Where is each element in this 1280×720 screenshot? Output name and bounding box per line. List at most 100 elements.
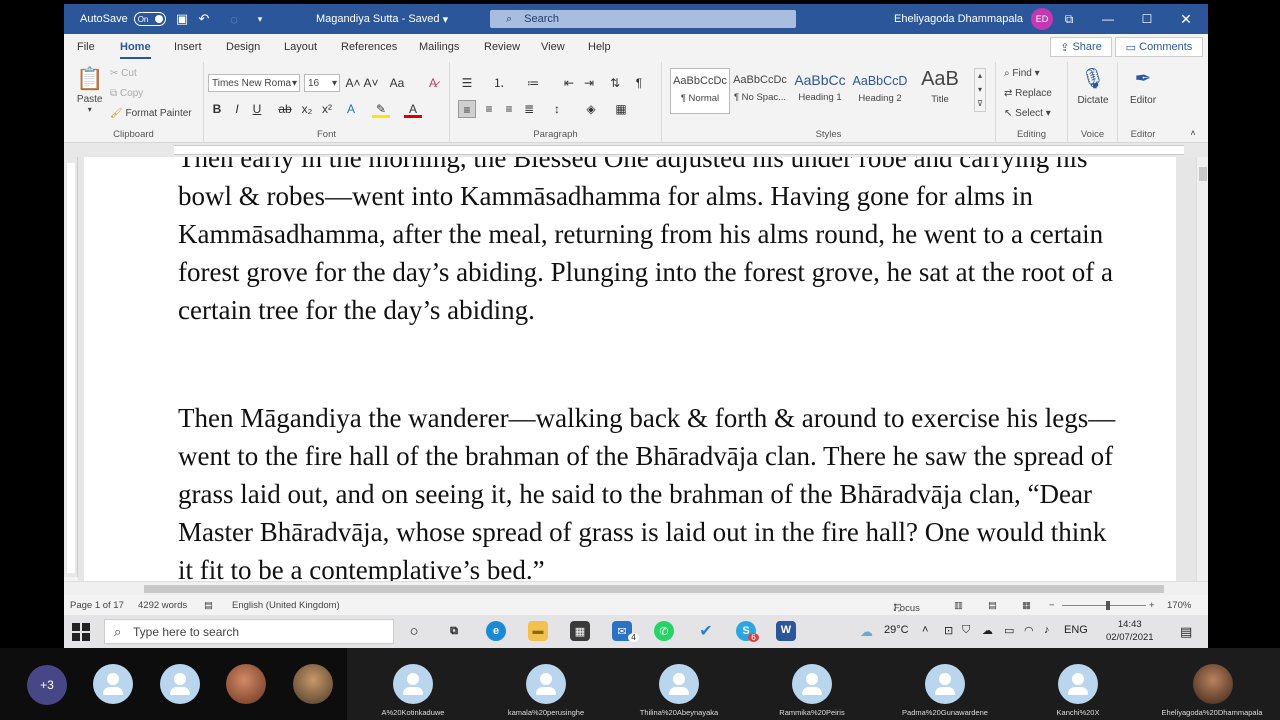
weather-temp[interactable]: 29°C xyxy=(884,624,909,636)
cut-button[interactable]: ✂ Cut xyxy=(110,68,137,79)
subscript-icon[interactable]: x₂ xyxy=(298,100,316,118)
tab-help[interactable]: Help xyxy=(588,41,611,53)
justify-icon[interactable]: ≣ xyxy=(520,100,538,118)
tab-file[interactable]: File xyxy=(77,41,95,53)
security-icon[interactable]: ⛉ xyxy=(962,624,970,637)
proofing-icon[interactable]: ▤ xyxy=(204,600,213,611)
participant-avatar[interactable] xyxy=(160,664,200,704)
increase-indent-icon[interactable]: ⇥ xyxy=(580,74,598,92)
line-spacing-icon[interactable]: ↕ xyxy=(548,100,566,118)
windows-start-icon[interactable] xyxy=(72,623,90,641)
align-left-icon[interactable]: ≡ xyxy=(458,100,476,118)
collapse-ribbon-icon[interactable]: ˄ xyxy=(1184,124,1202,142)
zoom-slider[interactable] xyxy=(1062,605,1146,606)
system-clock[interactable]: 14:43 02/07/2021 xyxy=(1106,618,1154,644)
shrink-font-icon[interactable]: A˅ xyxy=(362,74,380,92)
tab-references[interactable]: References xyxy=(341,41,397,53)
tab-mailings[interactable]: Mailings xyxy=(419,41,459,53)
close-icon[interactable]: ✕ xyxy=(1166,4,1206,34)
undo-icon[interactable]: ↶ xyxy=(194,4,214,34)
customize-toolbar-icon[interactable]: ▾ xyxy=(250,4,270,34)
paste-button[interactable]: 📋 Paste ▾ xyxy=(76,66,103,114)
autosave-switch[interactable]: On xyxy=(133,12,166,26)
paragraph-2[interactable]: Then Māgandiya the wanderer—walking back… xyxy=(178,399,1118,581)
participant-tile[interactable]: kamala%20perusinghe xyxy=(480,648,613,720)
font-name-select[interactable]: Times New Roma ▾ xyxy=(208,74,300,92)
horizontal-ruler[interactable] xyxy=(64,143,1208,157)
participant-tile[interactable]: Padma%20Gunawardene xyxy=(879,648,1012,720)
whatsapp-icon[interactable]: ✆ xyxy=(654,621,674,641)
select-button[interactable]: ↖ Select ▾ xyxy=(1004,108,1051,119)
participant-tile[interactable]: Kanchi%20X xyxy=(1012,648,1145,720)
find-button[interactable]: ⌕ Find ▾ xyxy=(1004,68,1040,79)
font-size-select[interactable]: 16 ▾ xyxy=(304,74,340,92)
font-color-icon[interactable]: A xyxy=(404,100,422,118)
read-mode-icon[interactable]: ▥ xyxy=(954,600,963,611)
show-marks-icon[interactable]: ¶ xyxy=(630,74,648,92)
zoom-level[interactable]: 170% xyxy=(1167,600,1191,611)
taskbar-search[interactable]: ⌕ Type here to search xyxy=(104,619,394,644)
decrease-indent-icon[interactable]: ⇤ xyxy=(560,74,578,92)
user-account[interactable]: Eheliyagoda Dhammapala ED xyxy=(894,4,1054,34)
sort-icon[interactable]: ⇅ xyxy=(606,74,624,92)
store-icon[interactable]: ▦ xyxy=(570,621,590,641)
vertical-scroll-thumb[interactable] xyxy=(1199,167,1207,181)
document-title[interactable]: Magandiya Sutta - Saved ▾ xyxy=(316,4,448,34)
share-button[interactable]: ⇪ Share xyxy=(1050,37,1112,57)
web-layout-icon[interactable]: ▦ xyxy=(1022,600,1031,611)
onedrive-icon[interactable]: ☁ xyxy=(982,624,993,637)
style-normal[interactable]: AaBbCcDc ¶ Normal xyxy=(670,68,730,114)
tab-insert[interactable]: Insert xyxy=(174,41,202,53)
comments-button[interactable]: ▭ Comments xyxy=(1115,37,1203,57)
more-participants-badge[interactable]: +3 xyxy=(27,665,67,705)
format-painter-button[interactable]: 🖌 Format Painter xyxy=(110,108,192,119)
text-effects-icon[interactable]: A xyxy=(342,100,360,118)
italic-icon[interactable]: I xyxy=(228,100,246,118)
participant-photo[interactable] xyxy=(226,664,266,704)
print-layout-icon[interactable]: ▤ xyxy=(988,600,997,611)
zoom-slider-thumb[interactable] xyxy=(1106,601,1110,610)
tray-chevron-icon[interactable]: ˄ xyxy=(922,624,928,636)
word-taskbar-icon[interactable]: W xyxy=(776,621,796,641)
replace-button[interactable]: ⇄ Replace xyxy=(1004,88,1052,99)
copy-button[interactable]: ⧉ Copy xyxy=(110,88,143,99)
redo-icon[interactable]: ◌ xyxy=(224,4,244,34)
zoom-in-icon[interactable]: + xyxy=(1149,600,1155,611)
input-language[interactable]: ENG xyxy=(1064,624,1088,636)
autosave-toggle[interactable]: AutoSave On xyxy=(80,4,166,34)
battery-icon[interactable]: ▭ xyxy=(1004,624,1014,637)
weather-icon[interactable]: ☁ xyxy=(860,624,873,640)
task-view-icon[interactable]: ⧉ xyxy=(444,621,464,641)
tab-view[interactable]: View xyxy=(541,41,565,53)
volume-icon[interactable]: ♪ xyxy=(1044,624,1050,636)
styles-gallery-scroll[interactable]: ▴ ▾ ⊽ xyxy=(974,68,986,112)
maximize-icon[interactable]: ☐ xyxy=(1127,4,1167,34)
grow-font-icon[interactable]: A˄ xyxy=(344,74,362,92)
vertical-ruler[interactable] xyxy=(64,157,78,577)
language-status[interactable]: English (United Kingdom) xyxy=(232,600,340,611)
participant-tile[interactable]: Eheliyagoda%20Dhammapala xyxy=(1145,648,1280,720)
page-count[interactable]: Page 1 of 17 xyxy=(70,600,124,611)
tab-home[interactable]: Home xyxy=(120,41,151,59)
edge-icon[interactable]: e xyxy=(486,621,506,641)
todo-icon[interactable]: ✔ xyxy=(696,621,716,641)
word-count[interactable]: 4292 words xyxy=(138,600,187,611)
tab-review[interactable]: Review xyxy=(484,41,520,53)
notifications-icon[interactable]: ▤ xyxy=(1180,624,1192,640)
superscript-icon[interactable]: x² xyxy=(318,100,336,118)
dictate-button[interactable]: 🎙 Dictate xyxy=(1072,66,1114,106)
participant-tile[interactable]: Rammika%20Peiris xyxy=(746,648,879,720)
shading-icon[interactable]: ◈ xyxy=(582,100,600,118)
editor-button[interactable]: ✒ Editor xyxy=(1122,66,1164,106)
save-icon[interactable]: ▣ xyxy=(172,4,192,34)
zoom-out-icon[interactable]: − xyxy=(1049,600,1055,611)
style-no-spacing[interactable]: AaBbCcDc ¶ No Spac... xyxy=(730,68,790,114)
ribbon-display-icon[interactable]: ⧉ xyxy=(1049,4,1089,34)
tab-layout[interactable]: Layout xyxy=(284,41,317,53)
wifi-icon[interactable]: ◠ xyxy=(1024,624,1034,637)
clear-formatting-icon[interactable]: A̷ xyxy=(424,74,442,92)
file-explorer-icon[interactable]: ▬ xyxy=(528,621,548,641)
numbering-icon[interactable]: ⒈ xyxy=(490,74,508,92)
tray-app-icon[interactable]: ⊡ xyxy=(944,624,953,637)
align-right-icon[interactable]: ≡ xyxy=(500,100,518,118)
